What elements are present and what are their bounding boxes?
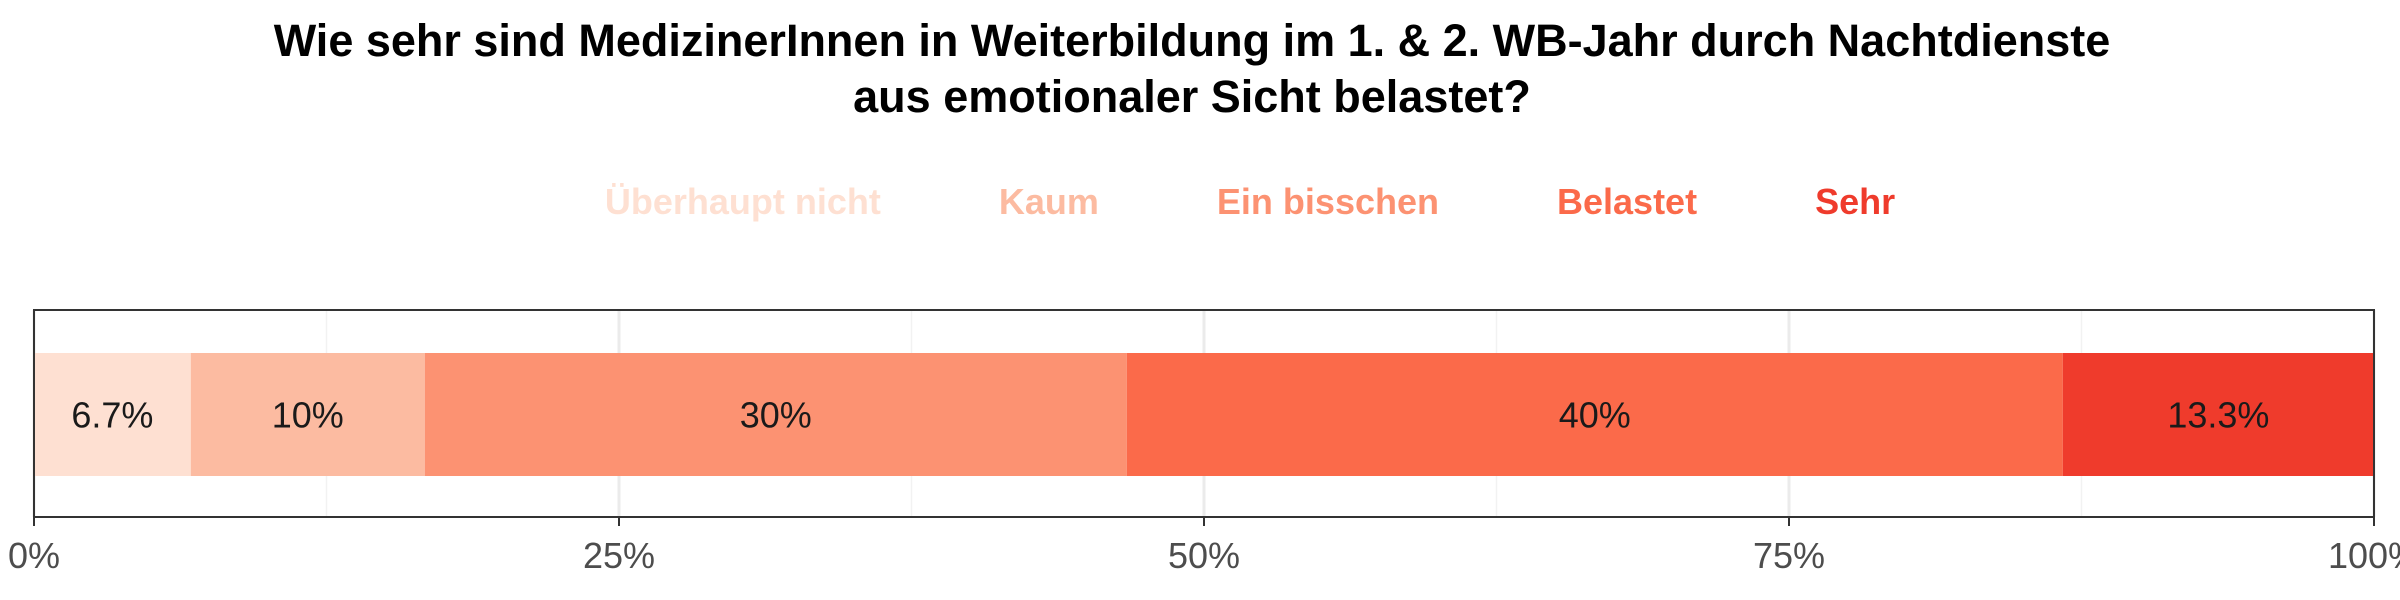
chart-title-line-1: Wie sehr sind MedizinerInnen in Weiterbi… — [274, 15, 2111, 66]
segment-label: 40% — [1559, 395, 1631, 436]
bar-segments — [34, 353, 2374, 476]
legend-item: Ein bisschen — [1217, 181, 1439, 222]
segment-label: 6.7% — [71, 395, 153, 436]
legend-item: Belastet — [1557, 181, 1697, 222]
segment-label: 30% — [740, 395, 812, 436]
segment-label: 13.3% — [2167, 395, 2269, 436]
segment-label: 10% — [272, 395, 344, 436]
legend-item: Kaum — [999, 181, 1099, 222]
chart-title: Wie sehr sind MedizinerInnen in Weiterbi… — [274, 15, 2111, 122]
legend-item: Überhaupt nicht — [605, 181, 881, 222]
legend: Überhaupt nicht Kaum Ein bisschen Belastet S… — [605, 181, 1895, 222]
x-tick-label: 25% — [583, 535, 655, 576]
x-axis: 0% 25% 50% 75% 100% — [8, 517, 2400, 576]
x-tick-label: 100% — [2328, 535, 2400, 576]
x-tick-label: 75% — [1753, 535, 1825, 576]
legend-item: Sehr — [1815, 181, 1895, 222]
chart-title-line-2: aus emotionaler Sicht belastet? — [853, 71, 1531, 122]
x-tick-label: 0% — [8, 535, 60, 576]
plot-area: 6.7% 10% 30% 40% 13.3% — [32, 309, 2376, 518]
stacked-bar-chart: Wie sehr sind MedizinerInnen in Weiterbi… — [8, 15, 2400, 576]
x-tick-label: 50% — [1168, 535, 1240, 576]
